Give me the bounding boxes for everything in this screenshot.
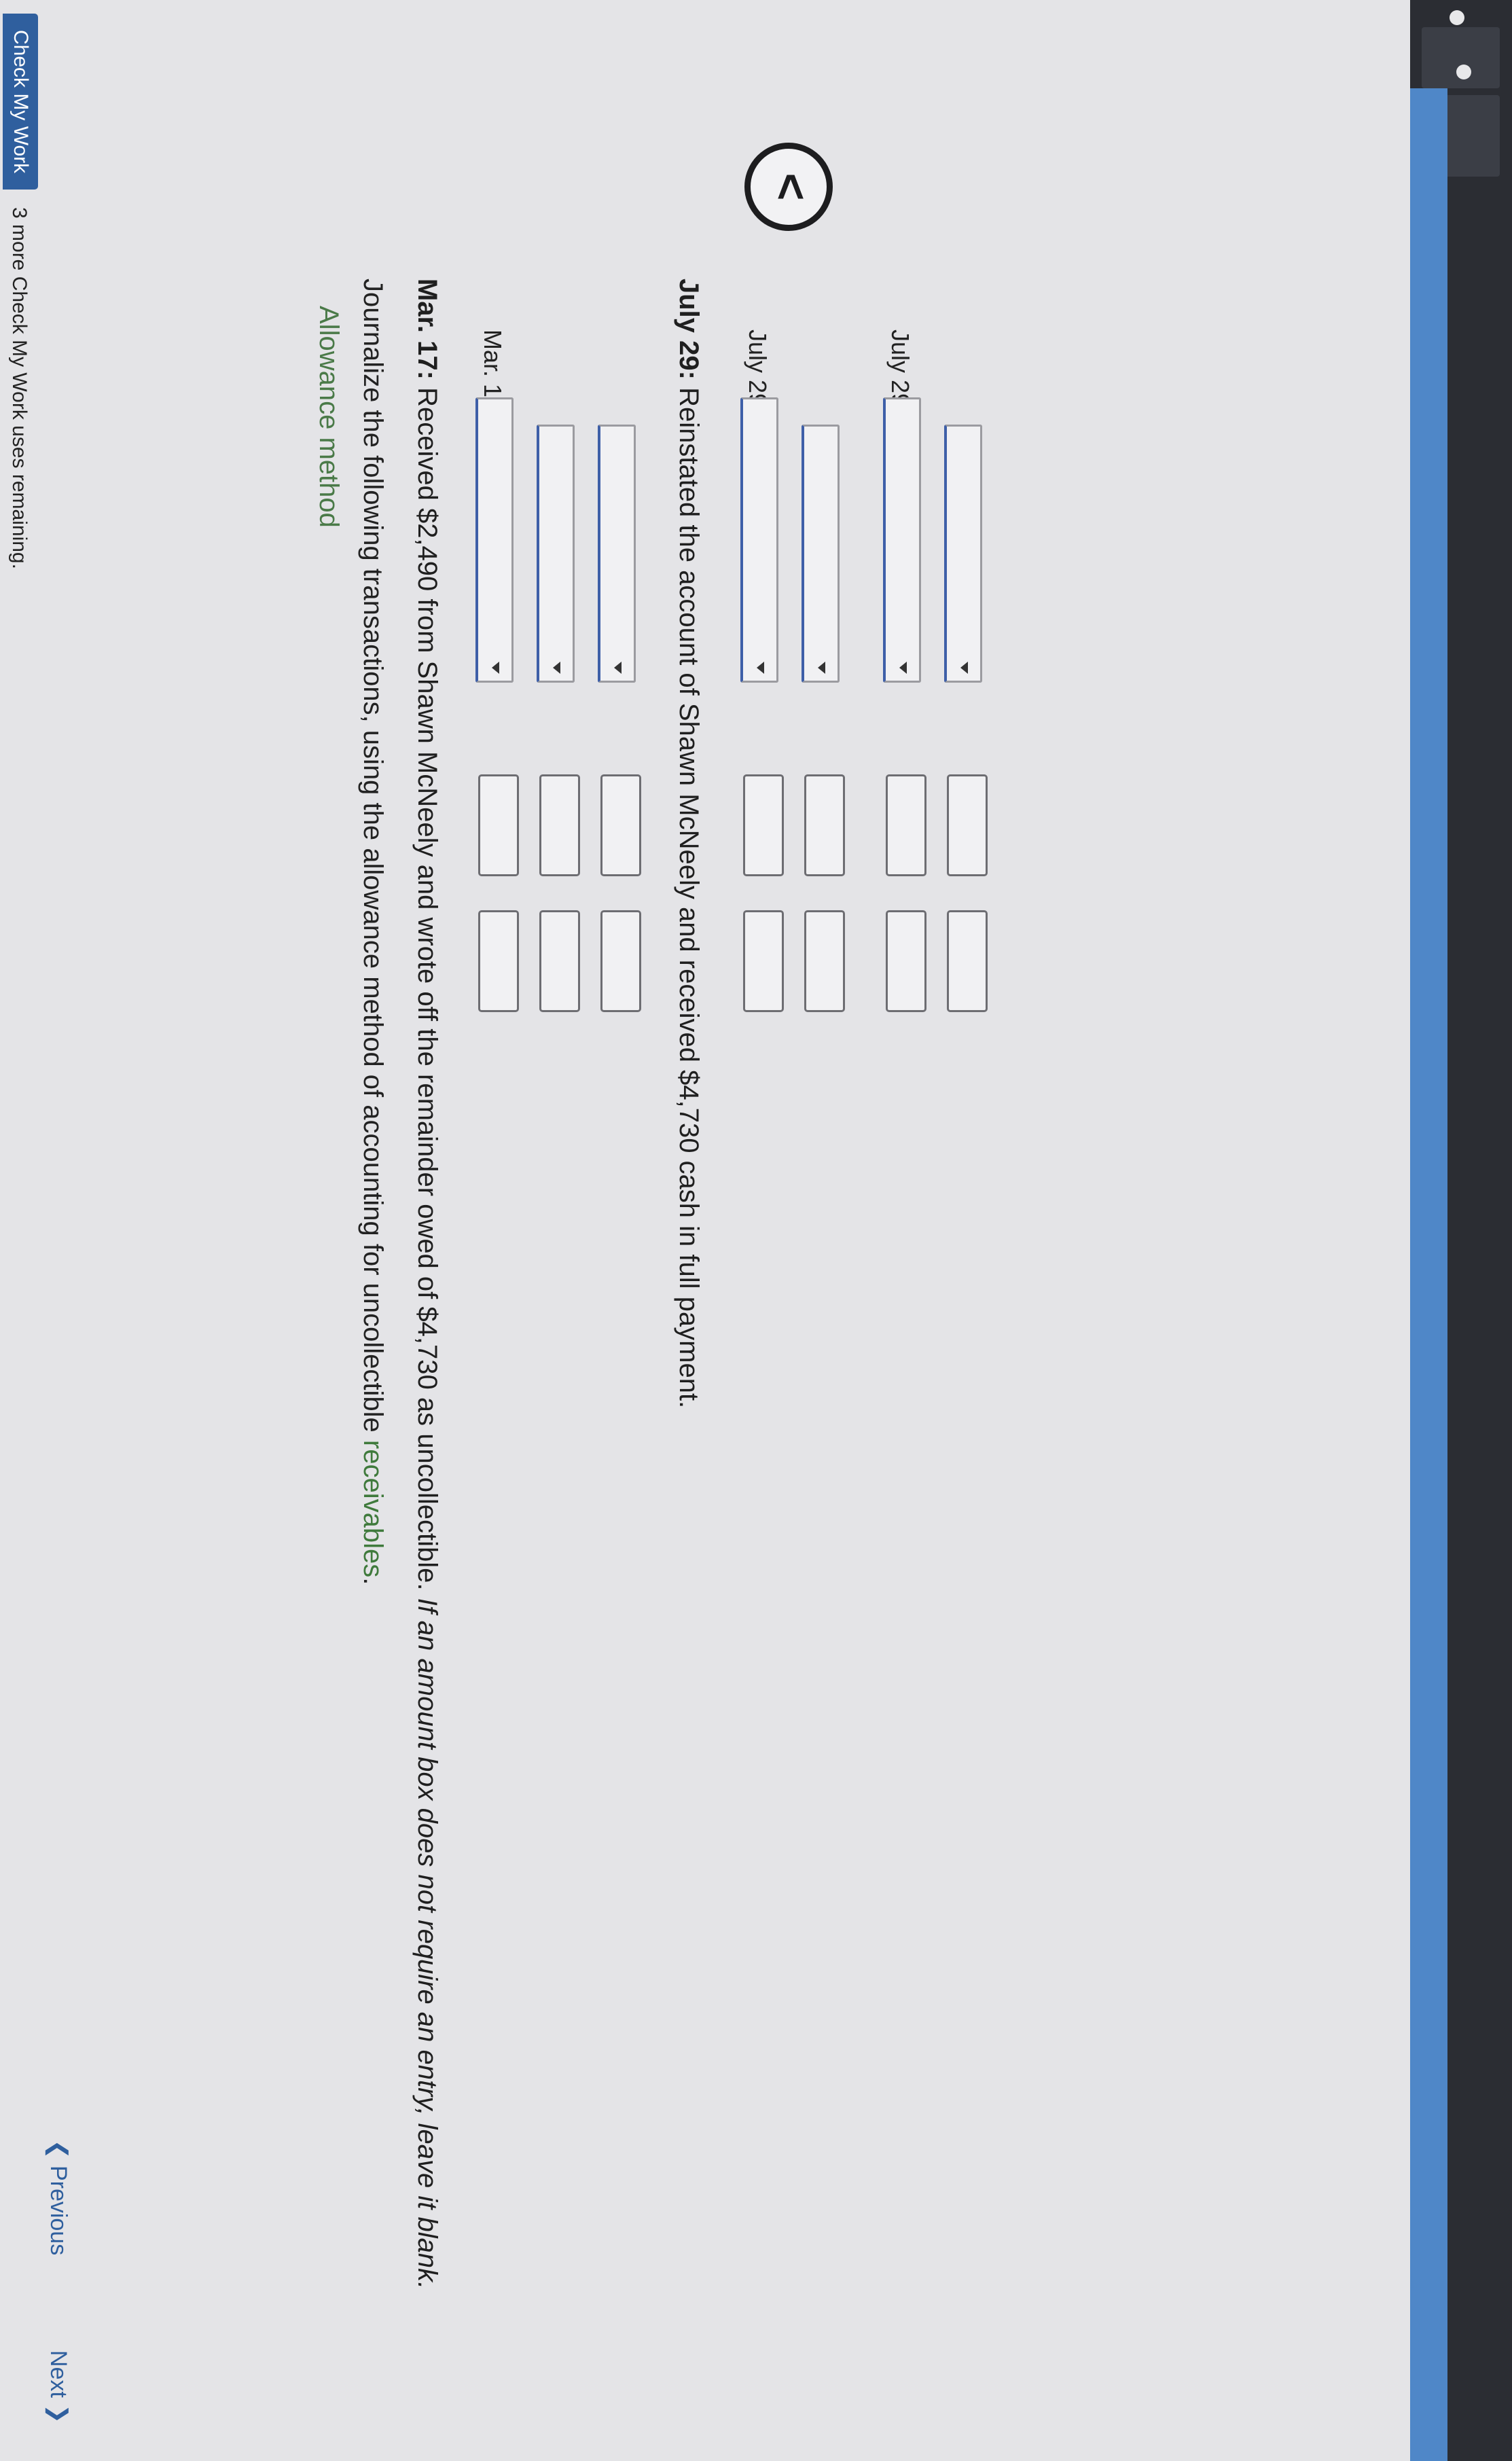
instructions: Journalize the following transactions, u… xyxy=(357,279,388,1585)
account-select[interactable] xyxy=(883,397,921,683)
app-top-bar xyxy=(1410,0,1512,2461)
back-button[interactable]: < xyxy=(744,143,833,231)
account-select[interactable] xyxy=(475,397,514,683)
question-note: If an amount box does not require an ent… xyxy=(412,1598,442,2290)
credit-amount-input[interactable] xyxy=(539,910,580,1012)
question-mar17: Mar. 17: Received $2,490 from Shawn McNe… xyxy=(412,279,442,2289)
chevron-down-icon xyxy=(757,662,764,674)
chevron-down-icon xyxy=(899,662,907,674)
account-select[interactable] xyxy=(802,425,840,683)
credit-amount-input[interactable] xyxy=(478,910,519,1012)
debit-amount-input[interactable] xyxy=(478,774,519,876)
debit-amount-input[interactable] xyxy=(947,774,988,876)
debit-amount-input[interactable] xyxy=(886,774,926,876)
chevron-right-icon: ❯ xyxy=(46,2397,71,2424)
previous-label: Previous xyxy=(46,2165,71,2256)
chevron-down-icon xyxy=(614,662,622,674)
top-bar-segment xyxy=(1422,27,1500,88)
remaining-uses-text: 3 more Check My Work uses remaining. xyxy=(8,207,31,569)
previous-button[interactable]: ❮ Previous xyxy=(45,2140,72,2255)
screen: < Allowance method Journalize the follow… xyxy=(0,0,1512,2461)
chevron-left-icon: ❮ xyxy=(46,2140,71,2166)
instructions-text: Journalize the following transactions, u… xyxy=(358,279,388,1440)
account-select[interactable] xyxy=(598,425,636,683)
debit-amount-input[interactable] xyxy=(600,774,641,876)
credit-amount-input[interactable] xyxy=(886,910,926,1012)
top-bar-accent xyxy=(1410,88,1447,2461)
question-date: July 29: xyxy=(674,279,704,380)
instructions-period: . xyxy=(358,1577,388,1585)
account-select[interactable] xyxy=(944,425,982,683)
next-label: Next xyxy=(46,2350,71,2398)
question-text: Received $2,490 from Shawn McNeely and w… xyxy=(412,379,442,1598)
check-my-work-button[interactable]: Check My Work xyxy=(3,14,38,190)
top-bar-dot xyxy=(1456,65,1471,79)
credit-amount-input[interactable] xyxy=(804,910,845,1012)
chevron-down-icon xyxy=(553,662,560,674)
chevron-down-icon xyxy=(960,662,968,674)
next-button[interactable]: Next ❯ xyxy=(45,2350,72,2424)
account-select[interactable] xyxy=(537,425,575,683)
debit-amount-input[interactable] xyxy=(804,774,845,876)
credit-amount-input[interactable] xyxy=(743,910,784,1012)
debit-amount-input[interactable] xyxy=(743,774,784,876)
chevron-down-icon xyxy=(492,662,499,674)
glossary-link[interactable]: receivables xyxy=(358,1440,388,1577)
chevron-down-icon xyxy=(818,662,825,674)
question-date: Mar. 17: xyxy=(412,279,442,380)
row-date-july29: July 29 xyxy=(886,329,914,408)
chevron-left-icon: < xyxy=(765,173,818,201)
content-panel xyxy=(0,0,1410,2461)
account-select[interactable] xyxy=(740,397,778,683)
top-bar-dot xyxy=(1450,10,1464,25)
row-date-july29: July 29 xyxy=(744,329,772,408)
credit-amount-input[interactable] xyxy=(600,910,641,1012)
debit-amount-input[interactable] xyxy=(539,774,580,876)
section-title: Allowance method xyxy=(314,306,344,528)
credit-amount-input[interactable] xyxy=(947,910,988,1012)
question-july29: July 29: Reinstated the account of Shawn… xyxy=(673,279,704,1408)
question-text: Reinstated the account of Shawn McNeely … xyxy=(674,379,704,1409)
